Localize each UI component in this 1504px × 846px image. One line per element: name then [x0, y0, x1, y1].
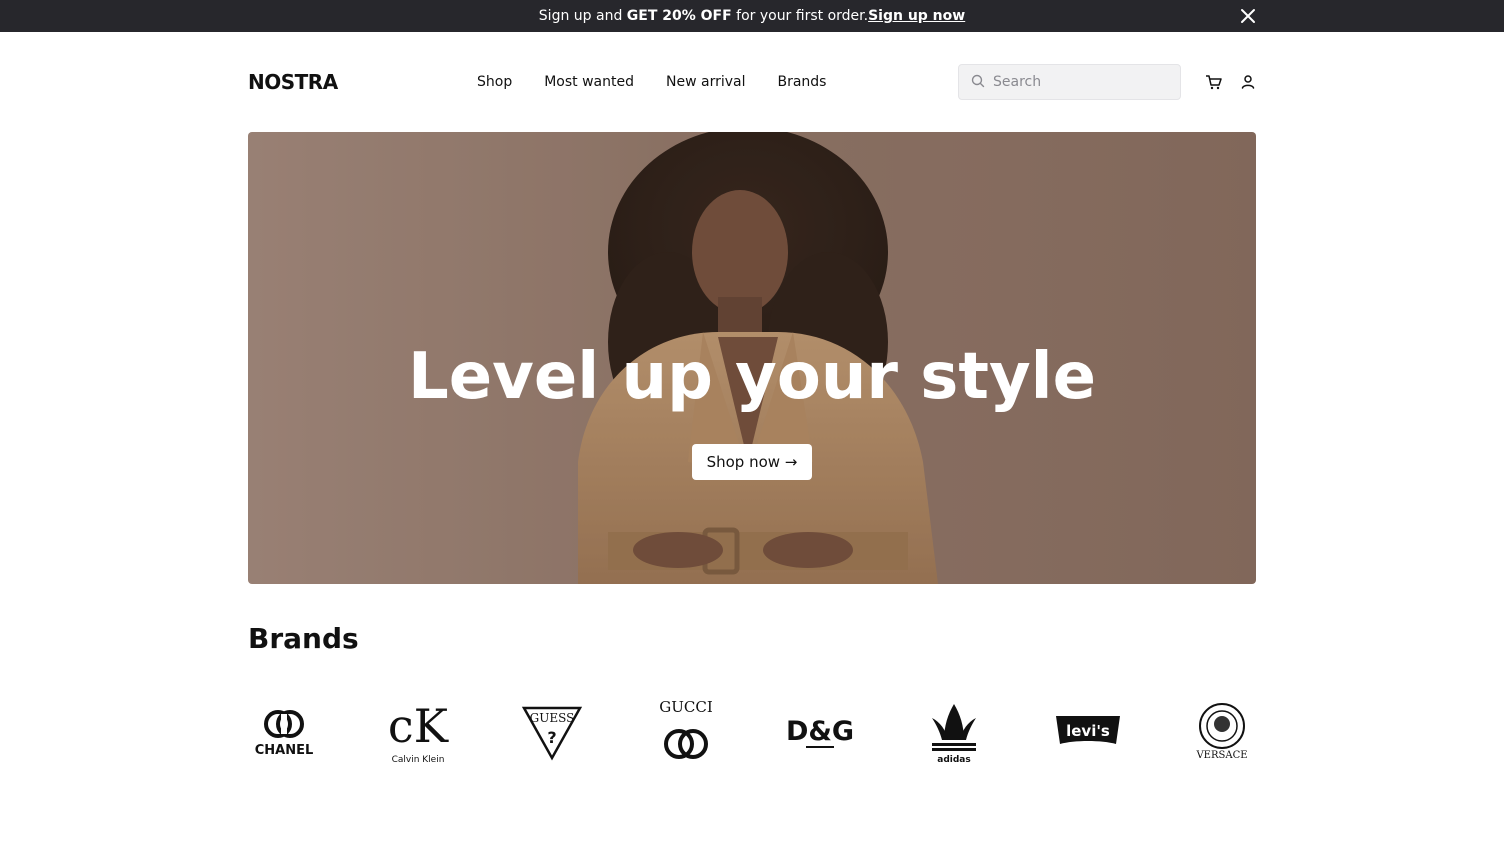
- brands-heading: Brands: [248, 622, 359, 655]
- calvin-klein-logo-icon: cK Calvin Klein: [388, 699, 450, 765]
- versace-logo-icon: VERSACE: [1195, 703, 1248, 761]
- svg-text:adidas: adidas: [937, 755, 970, 765]
- brand-chanel[interactable]: CHANEL: [248, 696, 320, 768]
- cart-icon[interactable]: [1204, 72, 1224, 92]
- chanel-logo-icon: CHANEL: [255, 710, 314, 758]
- logo[interactable]: NOSTRA: [248, 69, 338, 95]
- svg-text:D&G: D&G: [786, 716, 854, 747]
- svg-text:levi's: levi's: [1066, 722, 1110, 740]
- shop-now-label: Shop now →: [706, 453, 798, 471]
- brand-dg[interactable]: D&G: [784, 696, 856, 768]
- search-box[interactable]: [958, 64, 1181, 100]
- nav-new-arrival[interactable]: New arrival: [666, 71, 745, 93]
- adidas-logo-icon: adidas: [932, 704, 976, 765]
- levis-logo-icon: levi's: [1056, 716, 1120, 744]
- svg-text:GUESS: GUESS: [530, 711, 575, 725]
- svg-text:cK: cK: [388, 699, 450, 753]
- signup-link[interactable]: Sign up now: [868, 8, 965, 24]
- svg-text:?: ?: [547, 728, 556, 747]
- svg-text:Calvin Klein: Calvin Klein: [392, 755, 445, 765]
- brand-gucci[interactable]: GUCCI: [650, 696, 722, 768]
- nav-most-wanted[interactable]: Most wanted: [544, 71, 634, 93]
- hero-banner: Level up your style Shop now →: [248, 132, 1256, 584]
- promo-text: Sign up and GET 20% OFF for your first o…: [538, 8, 869, 24]
- brand-versace[interactable]: VERSACE: [1186, 696, 1258, 768]
- gucci-logo-icon: GUCCI: [659, 698, 713, 759]
- svg-text:CHANEL: CHANEL: [255, 743, 314, 758]
- svg-text:GUCCI: GUCCI: [659, 698, 713, 716]
- promo-bar: Sign up and GET 20% OFF for your first o…: [0, 0, 1504, 32]
- hero-title: Level up your style: [407, 340, 1097, 414]
- brand-adidas[interactable]: adidas: [918, 696, 990, 768]
- main-nav: Shop Most wanted New arrival Brands: [477, 71, 826, 93]
- site-header: NOSTRA Shop Most wanted New arrival Bran…: [248, 32, 1256, 132]
- shop-now-button[interactable]: Shop now →: [692, 444, 812, 480]
- brand-guess[interactable]: GUESS ?: [516, 696, 588, 768]
- brand-row: CHANEL cK Calvin Klein GUESS ? GUCCI D&G: [248, 696, 1256, 768]
- dg-logo-icon: D&G: [786, 716, 854, 748]
- svg-text:VERSACE: VERSACE: [1195, 750, 1247, 761]
- nav-shop[interactable]: Shop: [477, 71, 512, 93]
- brand-calvin-klein[interactable]: cK Calvin Klein: [382, 696, 454, 768]
- user-icon[interactable]: [1238, 72, 1258, 92]
- guess-logo-icon: GUESS ?: [521, 706, 583, 761]
- nav-brands[interactable]: Brands: [777, 71, 826, 93]
- search-input[interactable]: [993, 74, 1173, 90]
- close-icon[interactable]: [1238, 6, 1258, 26]
- search-icon: [971, 73, 985, 92]
- brand-levis[interactable]: levi's: [1052, 696, 1124, 768]
